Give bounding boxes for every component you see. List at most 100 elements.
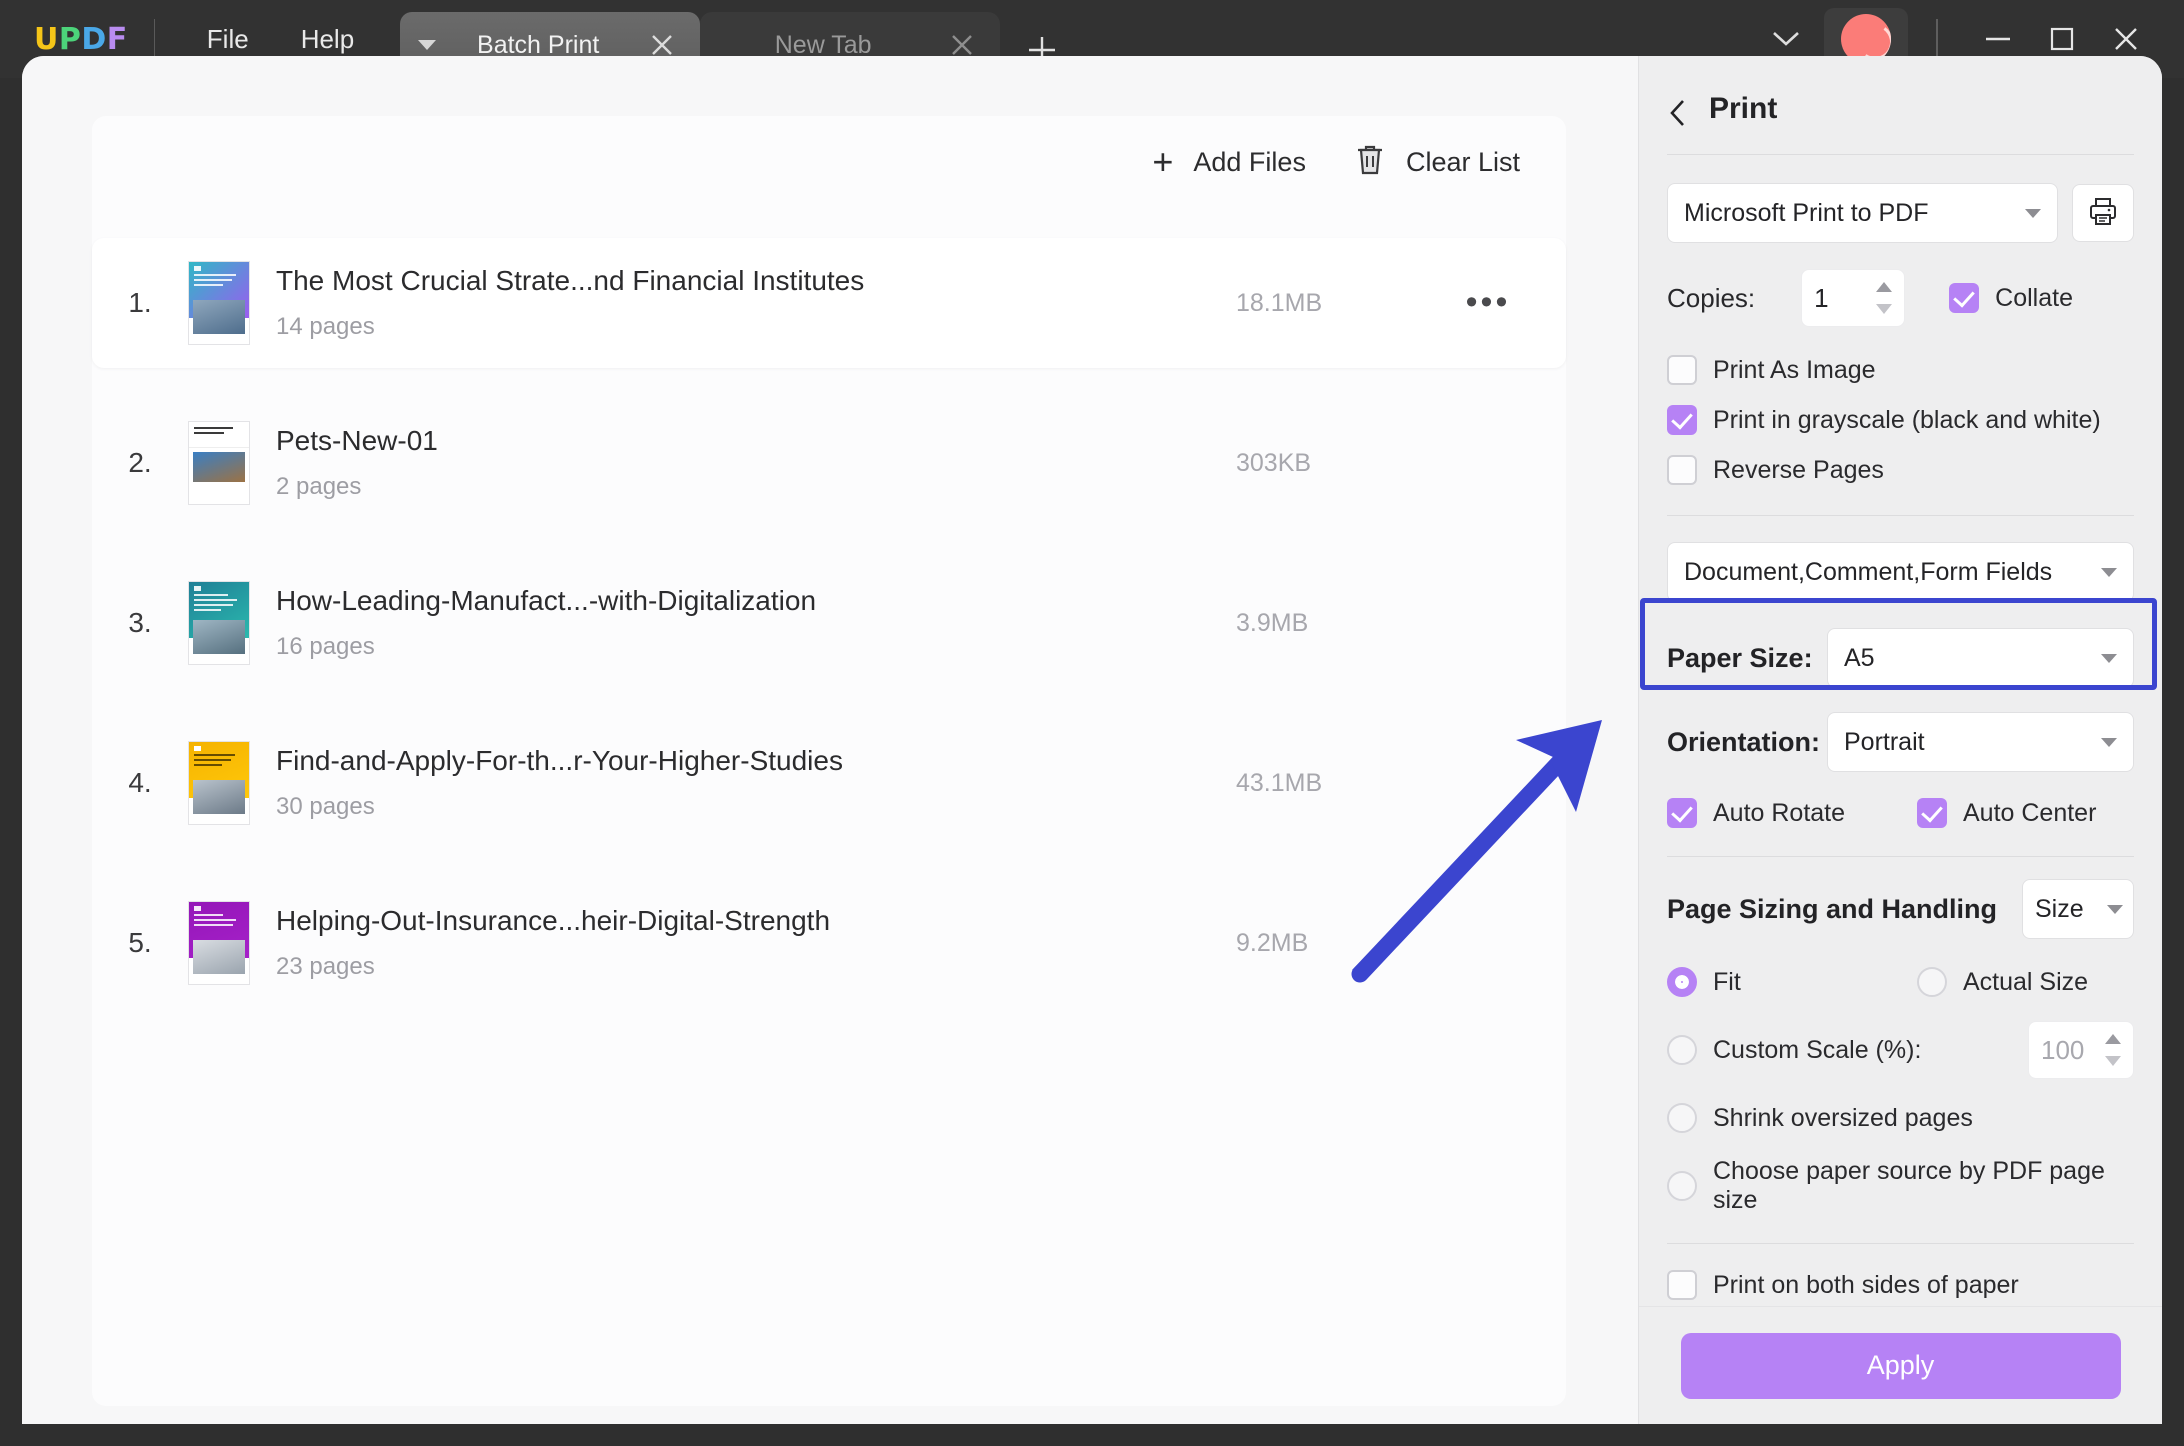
collate-label: Collate: [1995, 284, 2073, 313]
grayscale-label: Print in grayscale (black and white): [1713, 406, 2101, 435]
fit-radio[interactable]: Fit: [1667, 967, 1917, 997]
ellipsis-icon[interactable]: •••: [1456, 296, 1520, 310]
stepper-up-icon[interactable]: [1876, 282, 1892, 292]
print-as-image-label: Print As Image: [1713, 356, 1876, 385]
list-toolbar: + Add Files Clear List: [92, 116, 1566, 208]
chevron-left-icon[interactable]: [1667, 98, 1689, 120]
add-files-label: Add Files: [1193, 147, 1306, 178]
table-row[interactable]: 2. Pets-New-01 2 pages 303KB •••: [92, 398, 1566, 528]
paper-size-select[interactable]: A5: [1827, 628, 2134, 688]
checkbox-box: [1667, 1270, 1697, 1300]
file-size: 18.1MB: [1236, 289, 1456, 318]
fit-actual-row: Fit Actual Size: [1639, 967, 2162, 997]
checkbox-box: [1667, 798, 1697, 828]
auto-rotate-checkbox[interactable]: Auto Rotate: [1667, 798, 1917, 828]
checkbox-box: [1667, 355, 1697, 385]
file-size: 3.9MB: [1236, 609, 1456, 638]
file-pages: 23 pages: [276, 953, 1236, 981]
radio-button: [1667, 1103, 1697, 1133]
row-index: 4.: [92, 767, 188, 799]
content-select-value: Document,Comment,Form Fields: [1684, 558, 2052, 587]
file-title: Helping-Out-Insurance...heir-Digital-Str…: [276, 905, 1236, 937]
page-sizing-title: Page Sizing and Handling: [1667, 894, 2022, 925]
printer-select[interactable]: Microsoft Print to PDF: [1667, 183, 2058, 243]
chevron-down-icon: [2025, 209, 2041, 218]
logo-letter-f: F: [107, 22, 128, 57]
window-body: + Add Files Clear List: [22, 56, 2162, 1424]
row-index: 3.: [92, 607, 188, 639]
file-thumbnail: [188, 581, 250, 665]
stepper-down-icon[interactable]: [1876, 304, 1892, 314]
orientation-select[interactable]: Portrait: [1827, 712, 2134, 772]
print-settings-panel: Print Microsoft Print to PDF: [1638, 56, 2162, 1424]
reverse-pages-checkbox[interactable]: Reverse Pages: [1639, 455, 2162, 485]
reverse-pages-label: Reverse Pages: [1713, 456, 1884, 485]
shrink-radio[interactable]: Shrink oversized pages: [1639, 1103, 2162, 1133]
custom-scale-stepper[interactable]: 100: [2028, 1021, 2134, 1079]
chevron-down-icon: [2101, 654, 2117, 663]
table-row[interactable]: 1. The Most Crucial Strate...nd Financia…: [92, 238, 1566, 368]
chevron-down-icon: [2101, 738, 2117, 747]
radio-button: [1667, 967, 1697, 997]
page-sizing-select[interactable]: Size: [2022, 879, 2134, 939]
fit-label: Fit: [1713, 968, 1741, 997]
choose-source-radio[interactable]: Choose paper source by PDF page size: [1639, 1157, 2162, 1215]
auto-center-checkbox[interactable]: Auto Center: [1917, 798, 2096, 828]
page-sizing-value: Size: [2035, 895, 2084, 924]
printer-properties-button[interactable]: [2072, 184, 2134, 242]
file-pages: 2 pages: [276, 473, 1236, 501]
both-sides-checkbox[interactable]: Print on both sides of paper: [1639, 1270, 2162, 1300]
radio-button: [1667, 1171, 1697, 1201]
content-row: Document,Comment,Form Fields: [1639, 542, 2162, 602]
controls-divider: [1936, 19, 1938, 59]
copies-stepper[interactable]: 1: [1801, 269, 1905, 327]
caret-down-icon[interactable]: [418, 40, 436, 50]
auto-options-row: Auto Rotate Auto Center: [1639, 798, 2162, 828]
orientation-row: Orientation: Portrait: [1639, 712, 2162, 772]
file-thumbnail: [188, 421, 250, 505]
plus-icon: +: [1152, 144, 1173, 180]
grayscale-checkbox[interactable]: Print in grayscale (black and white): [1639, 405, 2162, 435]
row-index: 1.: [92, 287, 188, 319]
auto-rotate-label: Auto Rotate: [1713, 799, 1845, 828]
collate-checkbox[interactable]: Collate: [1949, 283, 2073, 313]
auto-center-label: Auto Center: [1963, 799, 2096, 828]
orientation-value: Portrait: [1844, 728, 1925, 757]
print-as-image-checkbox[interactable]: Print As Image: [1639, 355, 2162, 385]
paper-size-row: Paper Size: A5: [1639, 628, 2162, 688]
file-pages: 30 pages: [276, 793, 1236, 821]
custom-scale-radio[interactable]: Custom Scale (%):: [1667, 1035, 2028, 1065]
page-title: Print: [1709, 92, 1777, 126]
file-thumbnail: [188, 741, 250, 825]
printer-row: Microsoft Print to PDF: [1639, 183, 2162, 243]
logo-letter-d: D: [81, 22, 106, 57]
choose-source-label: Choose paper source by PDF page size: [1713, 1157, 2134, 1215]
copies-row: Copies: 1 Collate: [1639, 269, 2162, 327]
file-title: The Most Crucial Strate...nd Financial I…: [276, 265, 1236, 297]
copies-label: Copies:: [1667, 283, 1755, 314]
titlebar-divider: [154, 19, 155, 59]
content-select[interactable]: Document,Comment,Form Fields: [1667, 542, 2134, 602]
file-thumbnail: [188, 261, 250, 345]
file-title: Find-and-Apply-For-th...r-Your-Higher-St…: [276, 745, 1236, 777]
actual-size-radio[interactable]: Actual Size: [1917, 967, 2088, 997]
panel-header: Print: [1639, 56, 2162, 126]
page-sizing-row: Page Sizing and Handling Size: [1639, 879, 2162, 939]
file-pages: 16 pages: [276, 633, 1236, 661]
clear-list-button[interactable]: Clear List: [1354, 143, 1520, 182]
radio-button: [1917, 967, 1947, 997]
apply-button[interactable]: Apply: [1681, 1333, 2121, 1399]
file-title: Pets-New-01: [276, 425, 1236, 457]
add-files-button[interactable]: + Add Files: [1152, 144, 1306, 180]
app-logo: U P D F: [34, 22, 128, 57]
paper-size-label: Paper Size:: [1667, 643, 1827, 674]
file-thumbnail: [188, 901, 250, 985]
logo-letter-u: U: [34, 22, 59, 57]
file-pages: 14 pages: [276, 313, 1236, 341]
stepper-up-icon[interactable]: [2105, 1034, 2121, 1044]
file-size: 303KB: [1236, 449, 1456, 478]
row-index: 5.: [92, 927, 188, 959]
stepper-down-icon[interactable]: [2105, 1056, 2121, 1066]
trash-icon: [1354, 143, 1386, 182]
checkbox-box: [1949, 283, 1979, 313]
